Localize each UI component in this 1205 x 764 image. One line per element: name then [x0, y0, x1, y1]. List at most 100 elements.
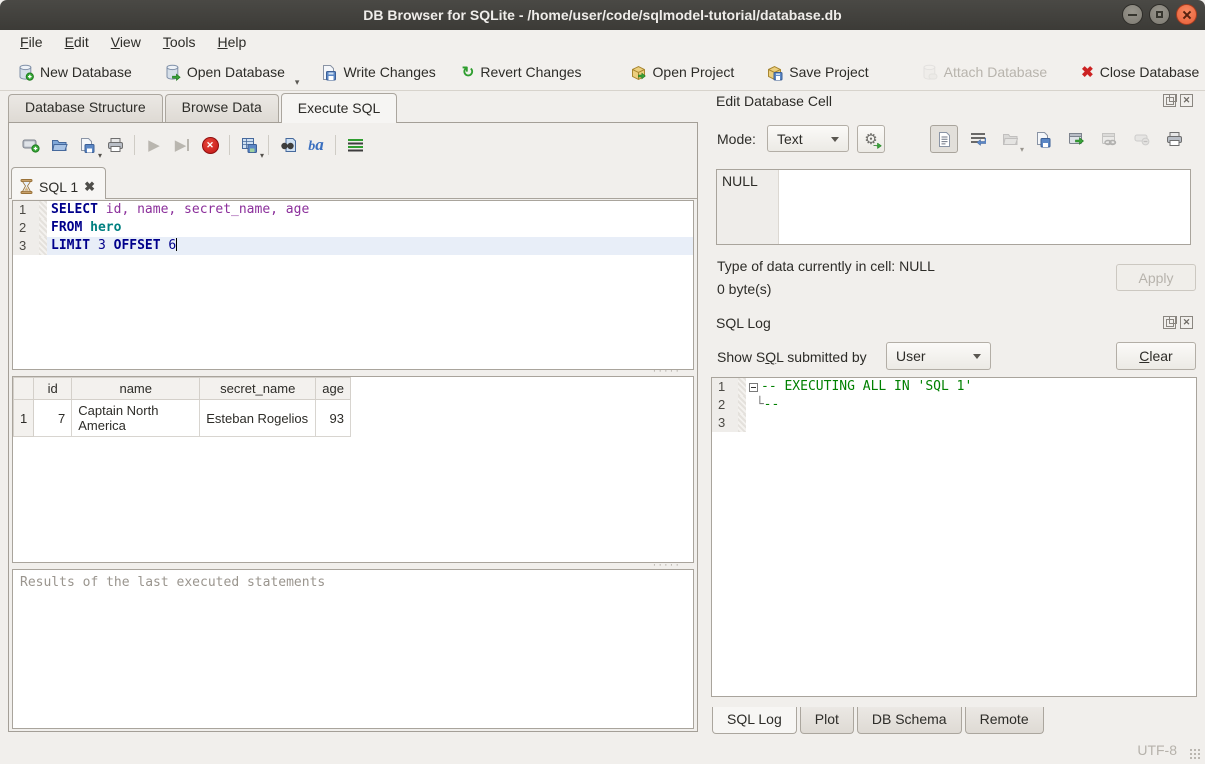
import-icon — [1002, 132, 1018, 147]
cell-age[interactable]: 93 — [316, 400, 351, 437]
dock-float-icon[interactable] — [1163, 94, 1176, 107]
save-sql-file-button[interactable]: ▾ — [73, 132, 101, 158]
sql1-tab-close-icon[interactable]: ✖ — [84, 179, 95, 195]
column-header-name[interactable]: name — [72, 378, 200, 400]
dock-close-icon[interactable]: ✕ — [1180, 94, 1193, 107]
dock-tab-bar: SQL Log Plot DB Schema Remote — [712, 707, 1047, 734]
export-dropdown-caret[interactable]: ▾ — [260, 151, 264, 160]
tab-plot[interactable]: Plot — [800, 707, 854, 734]
grid-corner[interactable] — [14, 378, 34, 400]
grid-header-row: id name secret_name age — [14, 378, 351, 400]
open-project-button[interactable]: Open Project — [621, 59, 744, 86]
column-header-secret-name[interactable]: secret_name — [200, 378, 316, 400]
new-database-button[interactable]: New Database — [8, 59, 141, 86]
sql-editor[interactable]: 1 SELECT id, name, secret_name, age 2 FR… — [12, 200, 694, 370]
replace-button[interactable]: ba — [302, 132, 330, 158]
cell-edit-area[interactable] — [779, 170, 1190, 244]
menu-bar: File Edit View Tools Help — [0, 30, 1205, 54]
open-database-button[interactable]: Open Database — [155, 59, 294, 86]
results-grid[interactable]: id name secret_name age 1 7 Captain Nort… — [12, 376, 694, 563]
show-sql-label: Show SQL submitted by — [717, 349, 867, 365]
stop-execution-button[interactable]: ✕ — [196, 132, 224, 158]
results-message: Results of the last executed statements — [20, 575, 325, 590]
open-database-icon — [164, 64, 181, 81]
cell-id[interactable]: 7 — [34, 400, 72, 437]
export-table-icon — [241, 137, 258, 153]
revert-changes-button[interactable]: ↻ Revert Changes — [453, 59, 591, 86]
sql-log-filter-select[interactable]: User — [886, 342, 991, 370]
sql-toolbar: ▾ ▶ ▶ ✕ ▾ ba — [17, 131, 369, 159]
null-icon — [1134, 133, 1150, 146]
copy-link-button — [1095, 125, 1123, 153]
open-database-dropdown[interactable]: ▾ — [295, 77, 300, 90]
save-project-button[interactable]: Save Project — [757, 59, 877, 86]
close-button[interactable] — [1176, 4, 1197, 25]
open-sql-tab-button[interactable] — [17, 132, 45, 158]
row-header[interactable]: 1 — [14, 400, 34, 437]
window-title: DB Browser for SQLite - /home/user/code/… — [363, 7, 841, 23]
sql-log-dock-title: SQL Log — [716, 315, 771, 331]
tab-remote[interactable]: Remote — [965, 707, 1044, 734]
column-header-age[interactable]: age — [316, 378, 351, 400]
app-window: DB Browser for SQLite - /home/user/code/… — [0, 0, 1205, 764]
open-in-external-button[interactable] — [1062, 125, 1090, 153]
format-icon — [348, 139, 363, 152]
text-mode-button[interactable] — [930, 125, 958, 153]
cell-name[interactable]: Captain North America — [72, 400, 200, 437]
menu-view[interactable]: View — [101, 32, 151, 52]
maximize-button[interactable] — [1149, 4, 1170, 25]
tab-execute-sql[interactable]: Execute SQL — [281, 93, 398, 123]
sql-log-editor[interactable]: 1 -- EXECUTING ALL IN 'SQL 1' 2 └-- 3 — [711, 377, 1197, 697]
minimize-button[interactable] — [1122, 4, 1143, 25]
line-number: 2 — [712, 396, 738, 414]
fold-marker-icon[interactable] — [749, 383, 758, 392]
execute-sql-panel: ▾ ▶ ▶ ✕ ▾ ba SQL 1 — [8, 122, 698, 732]
line-number: 1 — [13, 201, 39, 219]
text-document-icon — [937, 131, 952, 148]
find-button[interactable] — [274, 132, 302, 158]
menu-tools[interactable]: Tools — [153, 32, 206, 52]
format-sql-button[interactable] — [341, 132, 369, 158]
sql-log-dock-buttons: ✕ — [1163, 316, 1193, 329]
apply-button: Apply — [1116, 264, 1196, 291]
apply-format-button[interactable]: ⚙ — [857, 125, 885, 153]
mode-label: Mode: — [717, 131, 756, 147]
mode-select[interactable]: Text — [767, 125, 849, 152]
attach-database-icon — [921, 64, 938, 81]
export-cell-data-button[interactable] — [1029, 125, 1057, 153]
word-wrap-button[interactable] — [964, 125, 992, 153]
splitter-handle[interactable]: ····· — [621, 369, 681, 375]
cell-value-editor[interactable]: NULL — [716, 169, 1191, 245]
save-file-icon — [79, 137, 95, 153]
dock-float-icon[interactable] — [1163, 316, 1176, 329]
sql1-tab[interactable]: SQL 1 ✖ — [11, 167, 106, 199]
tab-db-schema[interactable]: DB Schema — [857, 707, 962, 734]
minimize-icon — [1128, 14, 1137, 16]
write-changes-button[interactable]: Write Changes — [311, 59, 444, 86]
clear-log-button[interactable]: Clear — [1116, 342, 1196, 370]
resize-grip[interactable] — [1189, 748, 1201, 760]
line-number: 3 — [712, 414, 738, 432]
tab-browse-data[interactable]: Browse Data — [165, 94, 279, 122]
print-button[interactable] — [101, 132, 129, 158]
cell-secret-name[interactable]: Esteban Rogelios — [200, 400, 316, 437]
tab-database-structure[interactable]: Database Structure — [8, 94, 163, 122]
replace-icon: ba — [308, 135, 324, 155]
play-icon: ▶ — [148, 136, 160, 154]
print-cell-button[interactable] — [1160, 125, 1188, 153]
sql1-tab-label: SQL 1 — [39, 179, 78, 195]
dock-close-icon[interactable]: ✕ — [1180, 316, 1193, 329]
close-database-button[interactable]: ✖ Close Database — [1072, 59, 1205, 86]
log-line: 2 └-- — [712, 396, 1196, 414]
open-sql-file-button[interactable] — [45, 132, 73, 158]
menu-help[interactable]: Help — [208, 32, 257, 52]
line-number: 2 — [13, 219, 39, 237]
menu-edit[interactable]: Edit — [55, 32, 99, 52]
title-bar[interactable]: DB Browser for SQLite - /home/user/code/… — [0, 0, 1205, 30]
editor-line-current: 3 LIMIT 3 OFFSET 6 — [13, 237, 693, 255]
menu-file[interactable]: File — [10, 32, 53, 52]
export-results-button[interactable]: ▾ — [235, 132, 263, 158]
tab-sql-log[interactable]: SQL Log — [712, 707, 797, 734]
column-header-id[interactable]: id — [34, 378, 72, 400]
binoculars-icon — [280, 137, 297, 153]
